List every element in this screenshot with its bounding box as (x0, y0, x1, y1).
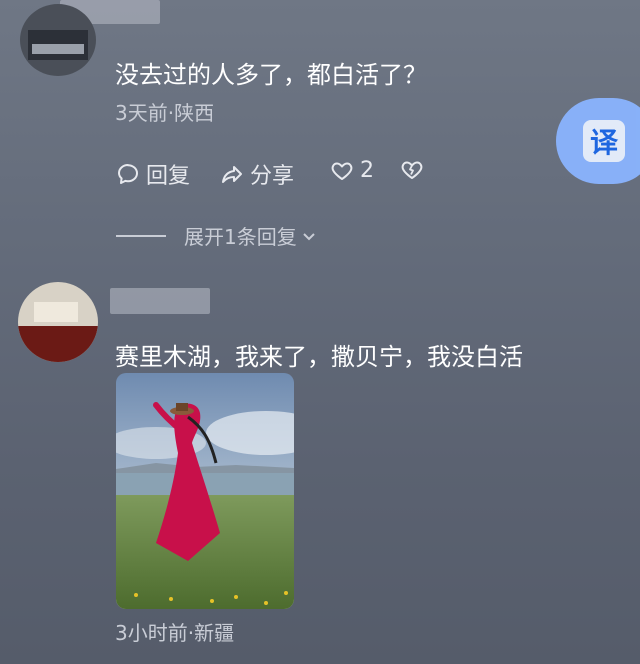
reply-label: 回复 (146, 164, 191, 189)
like-button[interactable]: 2 (330, 158, 374, 183)
photo-woman-red-dress (116, 373, 294, 609)
share-label: 分享 (250, 164, 295, 189)
translate-icon: 译 (583, 120, 625, 162)
comment-text: 没去过的人多了，都白活了？ (115, 61, 427, 89)
share-button[interactable]: 分享 (220, 158, 294, 190)
comment-meta: 3小时前·新疆 (115, 621, 235, 645)
like-count: 2 (360, 158, 374, 183)
comment-text: 赛里木湖，我来了，撒贝宁，我没白活 (115, 343, 523, 371)
expand-replies-divider (116, 235, 166, 237)
reply-button[interactable]: 回复 (116, 158, 190, 190)
comment-meta: 3天前·陕西 (115, 101, 215, 125)
comment-photo[interactable] (116, 373, 294, 609)
expand-replies-button[interactable]: 展开1条回复 (184, 221, 317, 250)
avatar[interactable] (18, 282, 98, 362)
share-icon (222, 166, 242, 183)
comment-bubble-icon (118, 164, 138, 184)
broken-heart-icon (401, 161, 423, 179)
username-blurred (110, 288, 210, 314)
expand-replies-label: 展开1条回复 (184, 225, 297, 249)
heart-icon (331, 162, 353, 180)
avatar[interactable] (20, 4, 96, 76)
dislike-button[interactable] (400, 158, 424, 182)
translate-button[interactable]: 译 (556, 98, 640, 184)
chevron-down-icon (303, 232, 315, 240)
